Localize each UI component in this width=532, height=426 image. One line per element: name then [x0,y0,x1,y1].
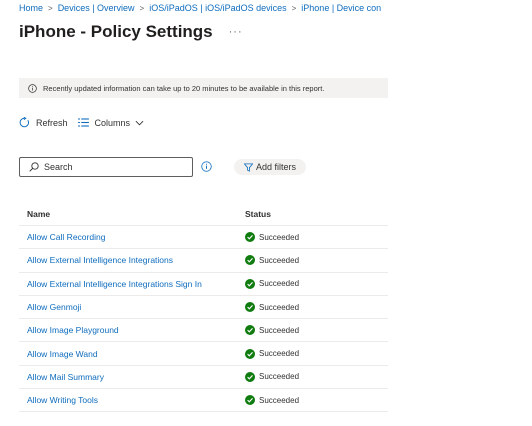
breadcrumb-devices-overview[interactable]: Devices | Overview [58,3,135,13]
column-header-name[interactable]: Name [19,209,245,219]
setting-name-link[interactable]: Allow External Intelligence Integrations [27,255,173,265]
refresh-button[interactable]: Refresh [19,117,68,128]
row-name-cell: Allow External Intelligence Integrations… [19,279,245,289]
breadcrumb-device[interactable]: iPhone | Device con [301,3,381,13]
setting-name-link[interactable]: Allow Writing Tools [27,395,98,405]
breadcrumb-separator: > [139,3,145,13]
table-header: Name Status [19,203,388,226]
row-name-cell: Allow External Intelligence Integrations [19,255,245,265]
checkmark-circle-icon [245,302,255,313]
breadcrumb-home[interactable]: Home [19,3,43,13]
status-text: Succeeded [259,255,300,265]
checkmark-circle-icon [245,395,255,406]
checkmark-circle-icon [245,232,255,243]
status-text: Succeeded [259,279,300,289]
setting-name-link[interactable]: Allow Image Playground [27,325,119,335]
columns-button[interactable]: Columns [77,117,151,128]
table-row: Allow Writing Tools Succeeded [19,389,388,413]
refresh-icon [19,117,29,128]
row-status-cell: Succeeded [245,395,388,406]
row-name-cell: Allow Image Wand [19,349,245,359]
table-row: Allow Image Wand Succeeded [19,342,388,366]
checkmark-circle-icon [245,325,255,336]
title-row: iPhone - Policy Settings ··· [19,22,243,42]
breadcrumb-ios-devices[interactable]: iOS/iPadOS | iOS/iPadOS devices [149,3,286,13]
info-message-bar: Recently updated information can take up… [19,78,388,98]
table-row: Allow Genmoji Succeeded [19,296,388,320]
table-row: Allow Call Recording Succeeded [19,226,388,250]
checkmark-circle-icon [245,348,255,359]
column-header-status[interactable]: Status [245,209,388,219]
add-filters-label: Add filters [256,162,297,172]
breadcrumb-separator: > [48,3,53,13]
table-row: Allow Image Playground Succeeded [19,319,388,343]
checkmark-circle-icon [245,371,255,382]
columns-label: Columns [94,117,131,128]
table-row: Allow Mail Summary Succeeded [19,366,388,390]
policy-settings-table: Name Status Allow Call Recording Succeede… [19,203,388,413]
row-status-cell: Succeeded [245,302,388,313]
table-row: Allow External Intelligence Integrations… [19,249,388,273]
row-status-cell: Succeeded [245,278,388,289]
setting-name-link[interactable]: Allow External Intelligence Integrations… [27,279,202,289]
setting-name-link[interactable]: Allow Mail Summary [27,372,104,382]
refresh-label: Refresh [36,117,68,128]
toolbar: Refresh Columns [19,117,150,128]
row-status-cell: Succeeded [245,325,388,336]
status-text: Succeeded [259,349,300,359]
search-input[interactable]: Search [19,157,193,177]
info-message-text: Recently updated information can take up… [43,83,325,93]
breadcrumb: Home > Devices | Overview > iOS/iPadOS |… [19,3,381,13]
status-text: Succeeded [259,395,300,405]
search-info-icon[interactable] [201,161,212,172]
page-title: iPhone - Policy Settings [19,22,213,41]
row-name-cell: Allow Mail Summary [19,372,245,382]
setting-name-link[interactable]: Allow Image Wand [27,349,98,359]
status-text: Succeeded [259,372,300,382]
row-name-cell: Allow Call Recording [19,232,245,242]
row-status-cell: Succeeded [245,348,388,359]
row-status-cell: Succeeded [245,232,388,243]
status-text: Succeeded [259,325,300,335]
more-options-button[interactable]: ··· [229,26,243,38]
setting-name-link[interactable]: Allow Genmoji [27,302,81,312]
search-placeholder: Search [44,162,73,172]
chevron-down-icon [135,120,144,125]
row-name-cell: Allow Genmoji [19,302,245,312]
columns-icon [77,118,89,127]
checkmark-circle-icon [245,278,255,289]
status-text: Succeeded [259,232,300,242]
info-icon [28,83,37,93]
search-icon [29,162,39,172]
add-filters-button[interactable]: Add filters [234,159,307,175]
breadcrumb-separator: > [291,3,297,13]
filter-icon [244,162,253,172]
row-status-cell: Succeeded [245,255,388,266]
row-status-cell: Succeeded [245,371,388,382]
row-name-cell: Allow Image Playground [19,325,245,335]
setting-name-link[interactable]: Allow Call Recording [27,232,105,242]
checkmark-circle-icon [245,255,255,266]
table-row: Allow External Intelligence Integrations… [19,273,388,296]
row-name-cell: Allow Writing Tools [19,395,245,405]
status-text: Succeeded [259,302,300,312]
